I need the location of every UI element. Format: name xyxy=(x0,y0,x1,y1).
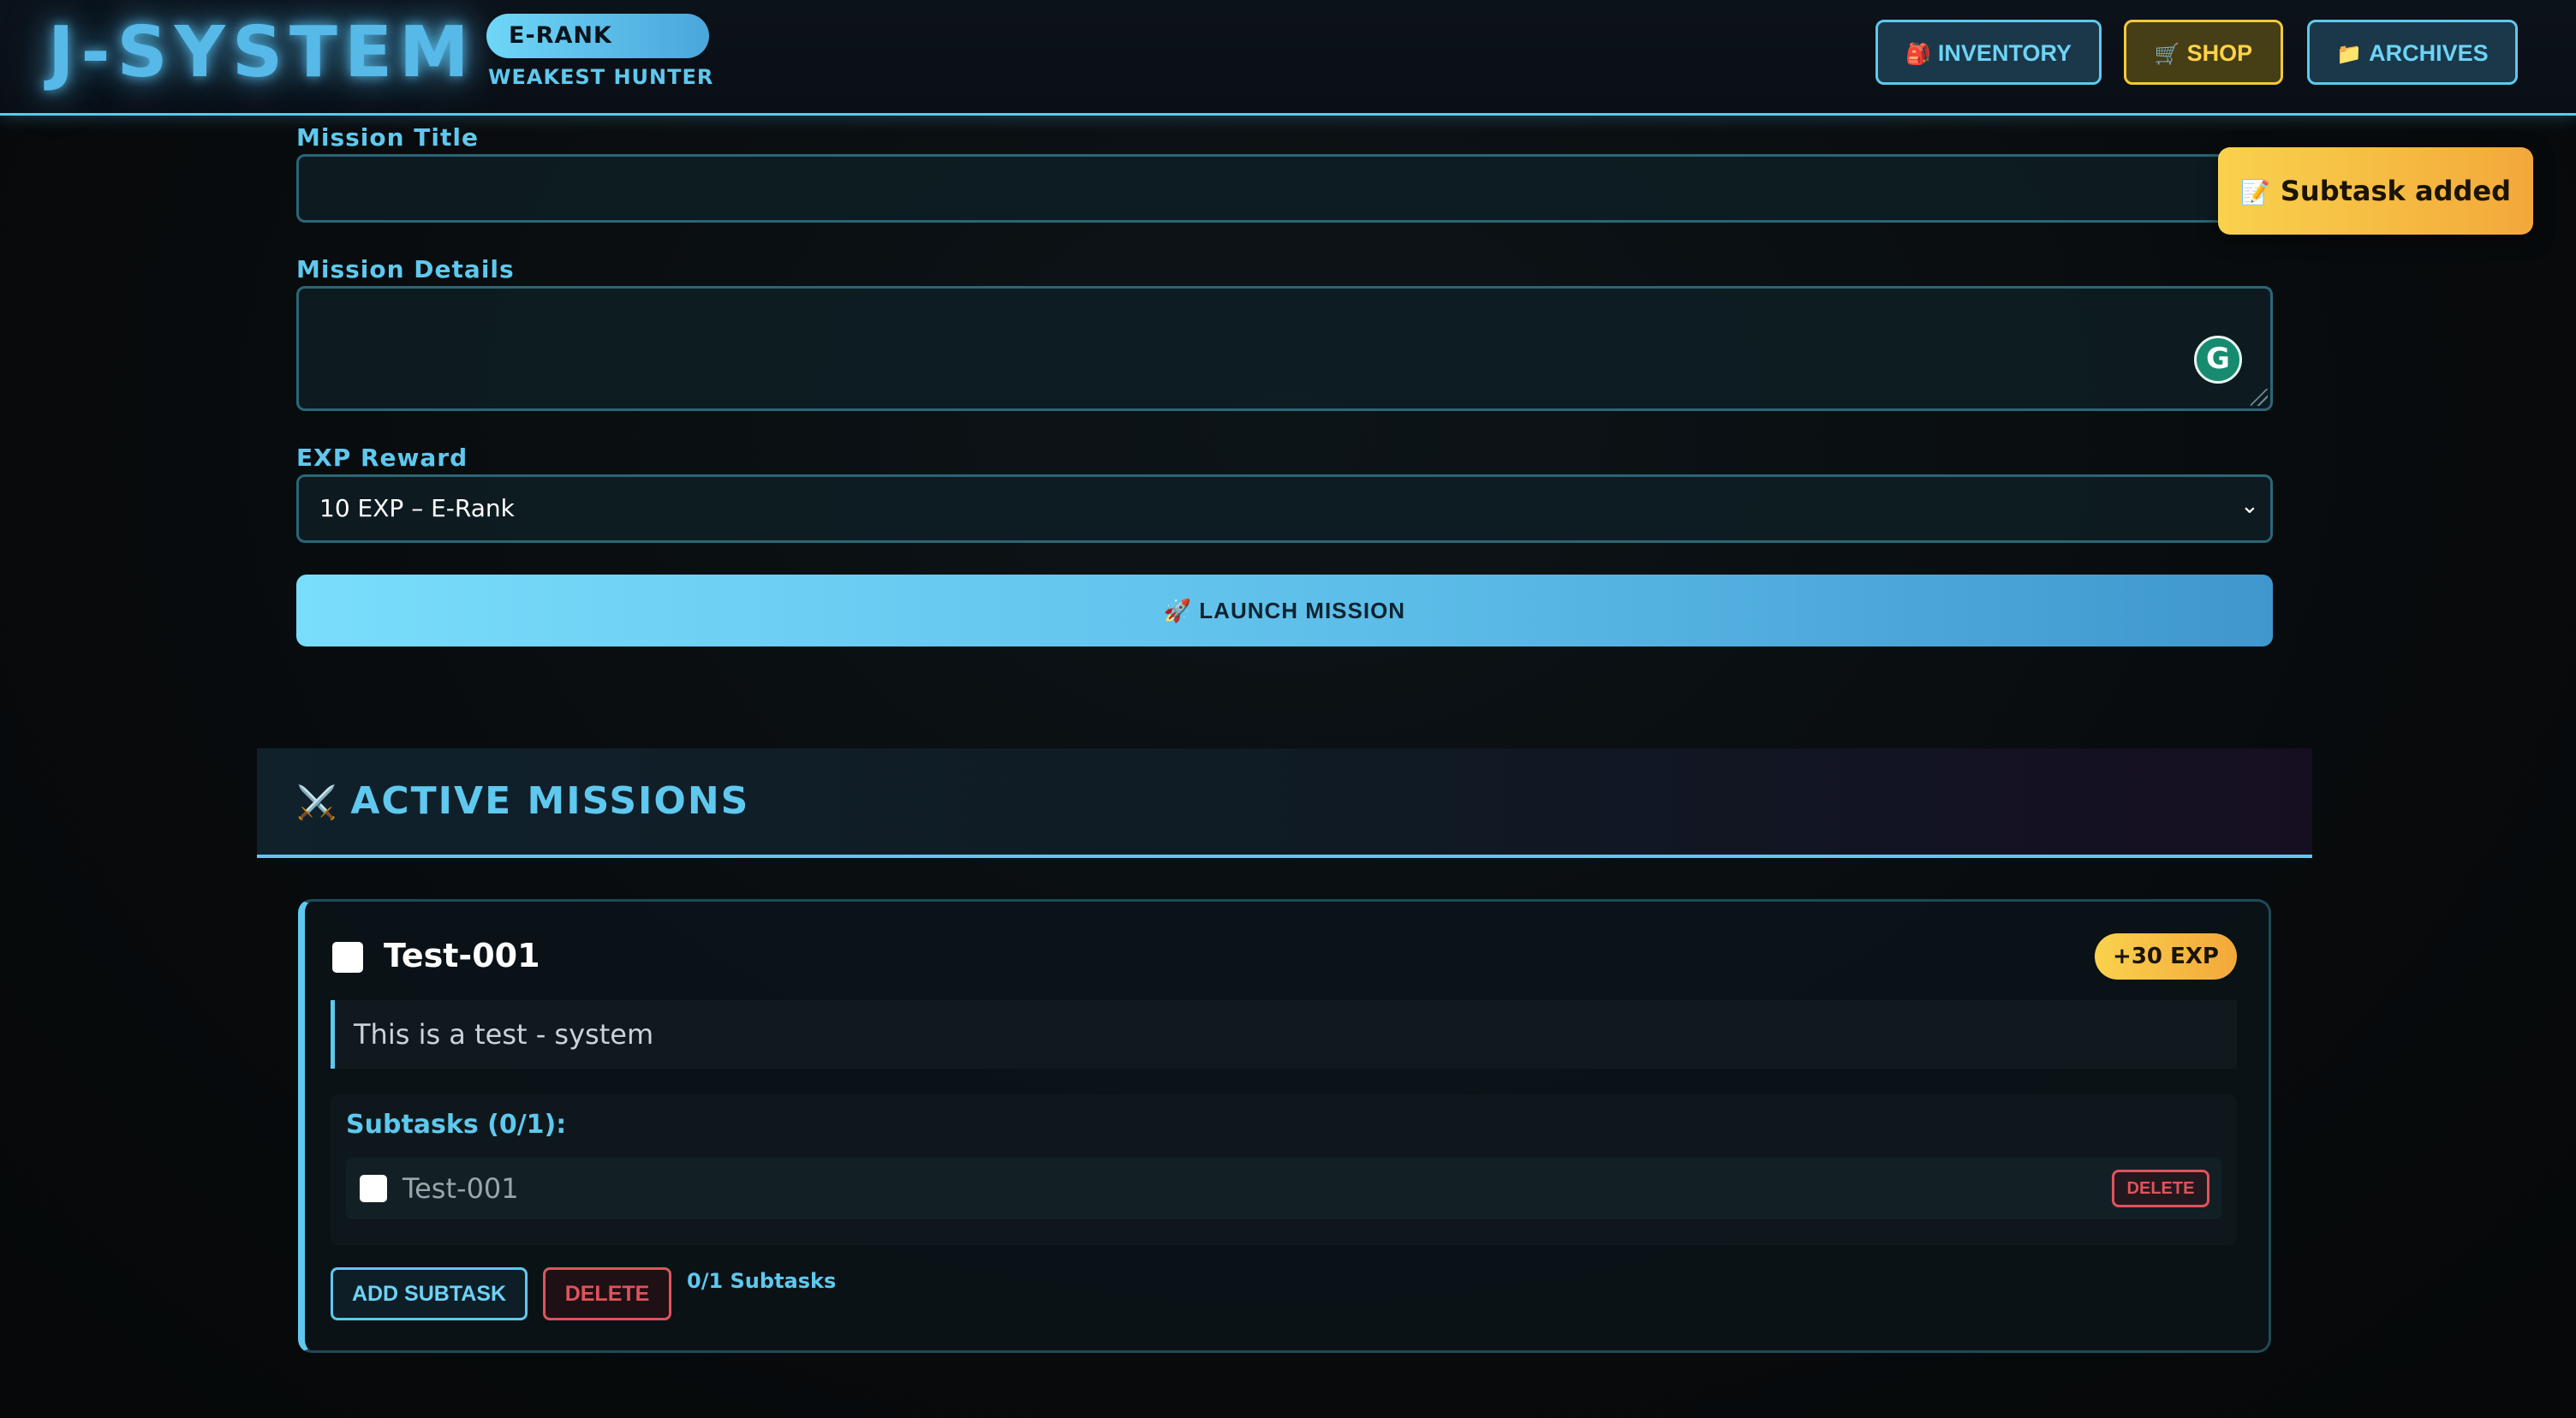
active-missions-label: ACTIVE MISSIONS xyxy=(350,779,750,823)
mission-title-input[interactable] xyxy=(296,154,2273,223)
launch-mission-label: LAUNCH MISSION xyxy=(1199,598,1406,623)
toast-message: Subtask added xyxy=(2280,175,2511,207)
app-logo: J-SYSTEM xyxy=(48,12,476,93)
subtask-checkbox[interactable] xyxy=(360,1175,387,1202)
mission-details-label: Mission Details xyxy=(296,255,515,283)
exp-reward-label: EXP Reward xyxy=(296,444,468,472)
add-subtask-button[interactable]: ADD SUBTASK xyxy=(331,1267,528,1320)
exp-badge: +30 EXP xyxy=(2095,933,2237,980)
rank-badge: E-RANK xyxy=(486,14,709,58)
launch-mission-button[interactable]: 🚀 LAUNCH MISSION xyxy=(296,575,2273,646)
subtask-row xyxy=(346,1158,2221,1219)
resize-handle-icon[interactable] xyxy=(2251,389,2268,406)
subtasks-heading: Subtasks (0/1): xyxy=(346,1110,567,1140)
backpack-icon: 🎒 xyxy=(1905,43,1931,66)
subtask-label: Test-001 xyxy=(402,1172,519,1205)
archives-button[interactable]: 📁 ARCHIVES xyxy=(2307,20,2518,85)
subtask-count: 0/1 Subtasks xyxy=(687,1269,837,1293)
subtask-delete-button[interactable]: DELETE xyxy=(2112,1170,2209,1207)
active-missions-title: ⚔️ ACTIVE MISSIONS xyxy=(296,778,749,826)
chevron-down-icon: ⌄ xyxy=(2240,493,2259,519)
exp-reward-select[interactable]: 10 EXP – E-Rank xyxy=(296,474,2273,543)
mission-description: This is a test - system xyxy=(331,1000,2237,1069)
exp-reward-selected-value: 10 EXP – E-Rank xyxy=(319,494,515,522)
shop-button[interactable]: 🛒 SHOP xyxy=(2124,20,2283,85)
folder-icon: 📁 xyxy=(2336,43,2363,66)
mission-details-textarea[interactable] xyxy=(296,286,2273,411)
inventory-label: INVENTORY xyxy=(1937,40,2072,66)
cart-icon: 🛒 xyxy=(2154,43,2180,66)
delete-mission-button[interactable]: DELETE xyxy=(543,1267,671,1320)
shop-label: SHOP xyxy=(2186,40,2253,66)
rocket-icon: 🚀 xyxy=(1163,598,1193,623)
mission-complete-checkbox[interactable] xyxy=(332,942,363,973)
memo-icon: 📝 xyxy=(2240,178,2270,206)
toast-notification: 📝 Subtask added xyxy=(2218,147,2533,235)
crossed-swords-icon: ⚔️ xyxy=(296,783,339,821)
mission-title-label: Mission Title xyxy=(296,123,479,152)
rank-title: WEAKEST HUNTER xyxy=(488,65,714,89)
mission-title: Test-001 xyxy=(384,937,540,974)
grammarly-icon[interactable]: G xyxy=(2194,336,2242,384)
archives-label: ARCHIVES xyxy=(2369,40,2489,66)
inventory-button[interactable]: 🎒 INVENTORY xyxy=(1875,20,2102,85)
